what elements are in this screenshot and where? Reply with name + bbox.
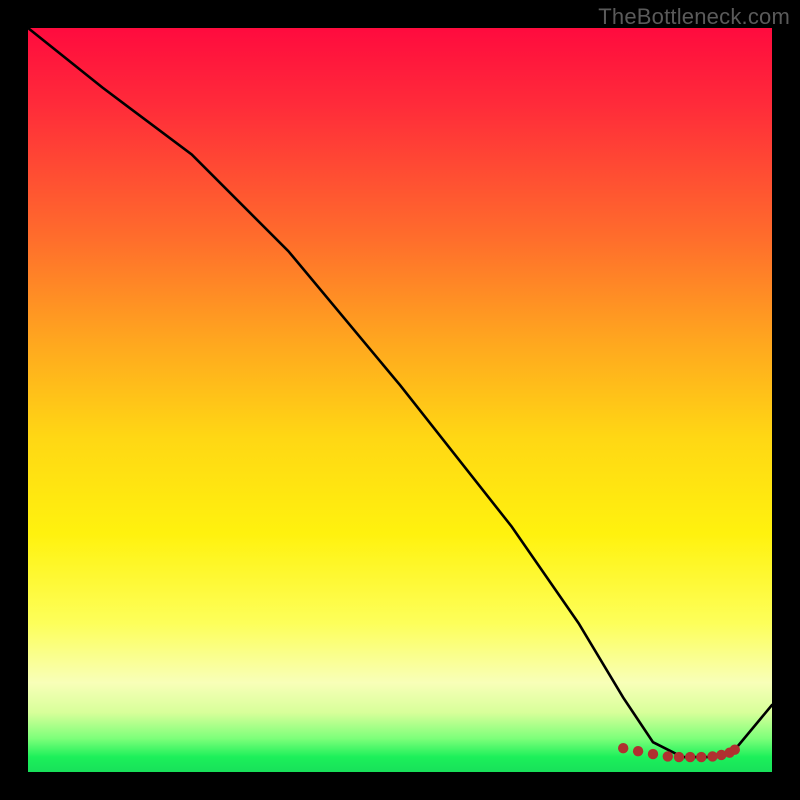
gradient-plot-area xyxy=(28,28,772,772)
highlight-dot xyxy=(674,752,684,762)
highlight-dot xyxy=(663,751,673,761)
highlight-dot xyxy=(685,752,695,762)
bottleneck-curve-path xyxy=(28,28,772,757)
highlight-dots-group xyxy=(618,743,740,762)
highlight-dot xyxy=(730,745,740,755)
highlight-dot xyxy=(618,743,628,753)
highlight-dot xyxy=(633,746,643,756)
curve-overlay xyxy=(28,28,772,772)
highlight-dot xyxy=(696,752,706,762)
highlight-dot xyxy=(707,751,717,761)
chart-frame: TheBottleneck.com xyxy=(0,0,800,800)
watermark-text: TheBottleneck.com xyxy=(598,4,790,30)
highlight-dot xyxy=(648,749,658,759)
